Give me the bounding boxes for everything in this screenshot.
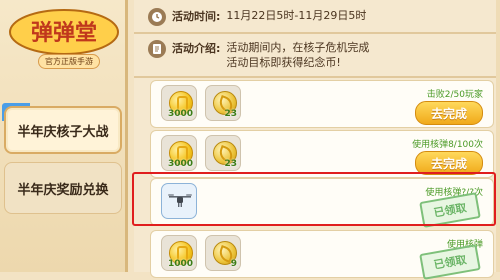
sidebar: 弹弹堂 官方正版手游 推荐 半年庆核子大战 半年庆奖励兑换 (0, 0, 128, 272)
game-logo: 弹弹堂 官方正版手游 (8, 6, 120, 69)
logo-title: 弹弹堂 (31, 21, 97, 46)
reward-token: 9 (205, 235, 241, 271)
task-progress: 击败2/50玩家 (426, 90, 483, 100)
sidebar-item-reward-exchange[interactable]: 半年庆奖励兑换 (4, 162, 122, 214)
reward-token: 23 (205, 135, 241, 171)
clock-icon (148, 8, 166, 26)
reward-token: 23 (205, 85, 241, 121)
reward-qty: 3000 (167, 109, 193, 119)
task-progress: 使用核弹8/100次 (412, 140, 483, 150)
document-icon (148, 40, 166, 58)
claimed-stamp: 已领取 (419, 244, 481, 280)
event-time-label: 活动时间: (172, 10, 221, 23)
task-row: 3000 23 击败2/50玩家 去完成 (150, 80, 494, 128)
reward-gold: 1000 (161, 235, 197, 271)
sidebar-item-label: 半年庆奖励兑换 (17, 182, 109, 198)
event-intro-line1: 活动期间内，在核子危机完成 (226, 41, 370, 54)
logo-subtitle: 官方正版手游 (38, 54, 100, 69)
task-row: 1000 9 使用核弹 已领取 (150, 230, 494, 280)
reward-gold: 3000 (161, 85, 197, 121)
event-time-value: 11月22日5时-11月29日5时 (226, 9, 367, 22)
reward-gold: 3000 (161, 135, 197, 171)
reward-qty: 23 (224, 159, 237, 169)
event-intro-line2: 活动目标即获得纪念币! (226, 56, 341, 69)
reward-qty: 23 (224, 109, 237, 119)
task-row: 3000 23 使用核弹8/100次 去完成 (150, 130, 494, 178)
event-intro-label: 活动介绍: (172, 42, 221, 55)
sidebar-item-label: 半年庆核子大战 (17, 124, 109, 140)
event-intro-row: 活动介绍: 活动期间内，在核子危机完成 活动目标即获得纪念币! (148, 40, 369, 70)
scrollbar[interactable] (496, 0, 500, 272)
divider (134, 32, 500, 34)
event-intro-text: 活动期间内，在核子危机完成 活动目标即获得纪念币! (226, 40, 369, 70)
event-time-row: 活动时间: 11月22日5时-11月29日5时 (148, 8, 366, 26)
reward-qty: 1000 (167, 259, 193, 269)
reward-qty: 3000 (167, 159, 193, 169)
main-panel: 活动时间: 11月22日5时-11月29日5时 活动介绍: 活动期间内，在核子危… (134, 0, 500, 280)
go-complete-button[interactable]: 去完成 (415, 101, 483, 125)
reward-qty: 9 (230, 259, 237, 269)
highlight-box (132, 172, 496, 226)
sidebar-item-nuclear-battle[interactable]: 半年庆核子大战 (4, 106, 122, 154)
divider (134, 76, 500, 78)
